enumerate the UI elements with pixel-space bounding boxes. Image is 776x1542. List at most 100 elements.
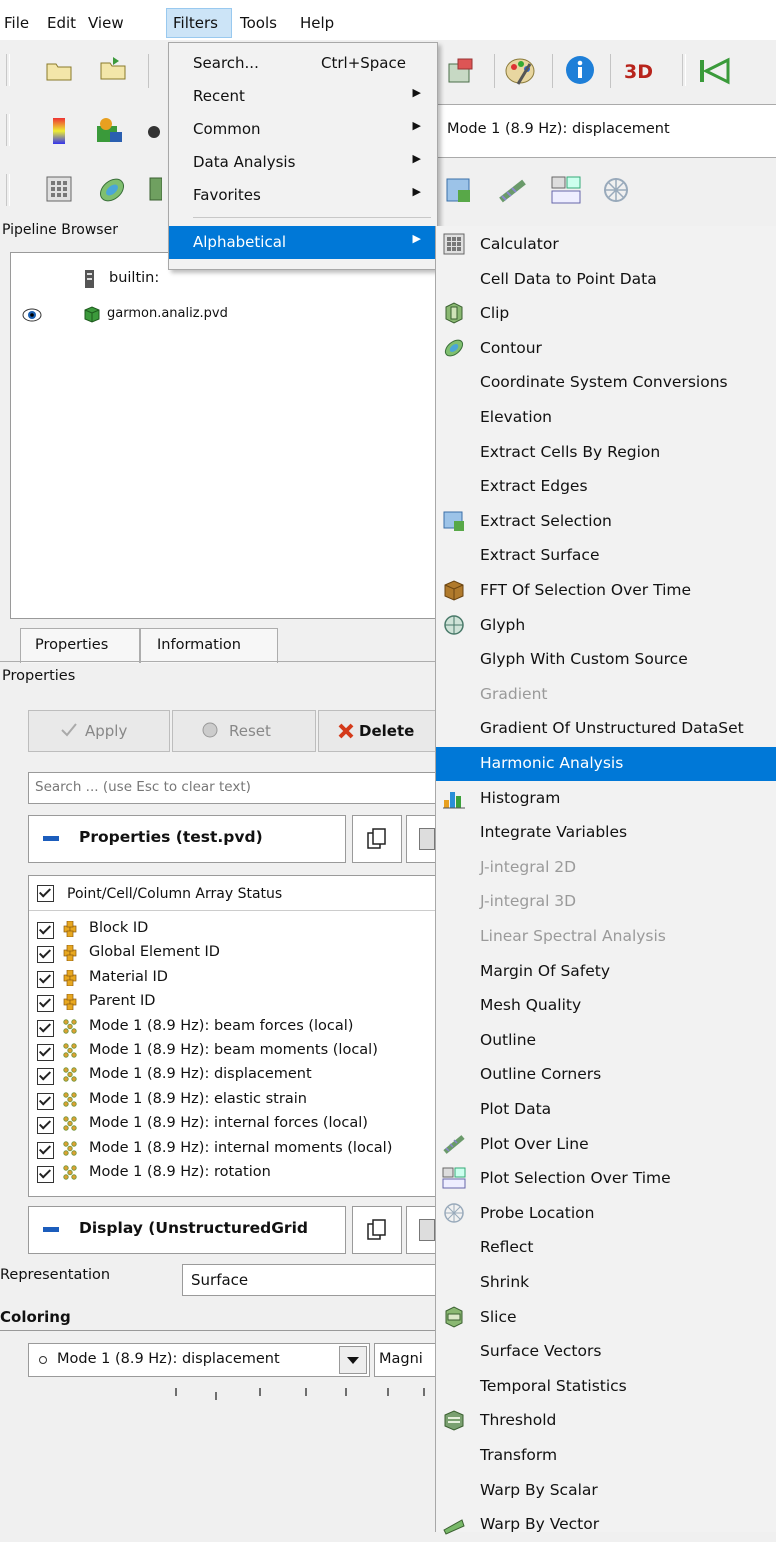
filter-item-j-integral-3d[interactable]: J-integral 3D (436, 885, 776, 919)
filter-item-clip[interactable]: Clip (436, 297, 776, 331)
filters-menu-item-recent[interactable]: Recent ▶ (169, 80, 437, 113)
first-frame-icon[interactable] (696, 56, 730, 86)
filter-item-gradient[interactable]: Gradient (436, 678, 776, 712)
clip-icon[interactable] (148, 174, 163, 204)
filter-item-coordinate-system-conversions[interactable]: Coordinate System Conversions (436, 366, 776, 400)
filter-item-threshold[interactable]: Threshold (436, 1404, 776, 1438)
copy-display-button[interactable] (352, 1206, 402, 1254)
filter-item-glyph-with-custom-source[interactable]: Glyph With Custom Source (436, 643, 776, 677)
toolbar-grip[interactable] (6, 114, 10, 146)
extract-selection-icon[interactable] (444, 176, 474, 206)
filter-item-shrink[interactable]: Shrink (436, 1266, 776, 1300)
recent-folder-icon[interactable] (98, 53, 128, 83)
array-checkbox[interactable] (37, 1044, 54, 1061)
probe-icon[interactable] (600, 174, 630, 204)
toolbar-grip[interactable] (6, 54, 10, 86)
filter-item-probe-location[interactable]: Probe Location (436, 1197, 776, 1231)
component-select[interactable]: Magni (374, 1343, 437, 1377)
array-checkbox[interactable] (37, 1141, 54, 1159)
filter-item-integrate-variables[interactable]: Integrate Variables (436, 816, 776, 850)
paste-display-button[interactable] (406, 1206, 437, 1254)
array-header-checkbox[interactable] (37, 885, 54, 902)
filters-menu-item-favorites[interactable]: Favorites ▶ (169, 179, 437, 212)
filters-menu-item-data-analysis[interactable]: Data Analysis ▶ (169, 146, 437, 179)
array-checkbox[interactable] (37, 970, 54, 988)
array-checkbox[interactable] (37, 995, 54, 1013)
filter-item-plot-selection-over-time[interactable]: Plot Selection Over Time (436, 1162, 776, 1196)
filter-item-extract-edges[interactable]: Extract Edges (436, 470, 776, 504)
open-folder-icon[interactable] (44, 55, 74, 85)
contour-icon[interactable] (96, 174, 126, 204)
delete-button[interactable]: Delete (318, 710, 437, 752)
filter-item-cell-data-to-point-data[interactable]: Cell Data to Point Data (436, 263, 776, 297)
display-section[interactable]: Display (UnstructuredGrid (28, 1206, 346, 1254)
filter-item-surface-vectors[interactable]: Surface Vectors (436, 1335, 776, 1369)
tab-information[interactable]: Information (140, 628, 278, 663)
filter-item-harmonic-analysis[interactable]: Harmonic Analysis (436, 747, 776, 781)
filter-item-extract-surface[interactable]: Extract Surface (436, 539, 776, 573)
color-legend-icon[interactable] (44, 116, 74, 146)
menu-filters[interactable]: Filters (166, 8, 232, 38)
filter-item-calculator[interactable]: Calculator (436, 228, 776, 262)
toolbar-grip[interactable] (6, 174, 10, 206)
filter-item-warp-by-vector[interactable]: Warp By Vector (436, 1508, 776, 1542)
menu-help[interactable]: Help (300, 14, 334, 32)
eye-icon[interactable] (21, 307, 43, 323)
mode-field[interactable]: Mode 1 (8.9 Hz): displacement (436, 104, 776, 158)
array-checkbox[interactable] (37, 946, 54, 964)
menu-edit[interactable]: Edit (47, 14, 76, 32)
apply-button[interactable]: Apply (28, 710, 170, 752)
filter-item-glyph[interactable]: Glyph (436, 609, 776, 643)
filter-item-outline[interactable]: Outline (436, 1024, 776, 1058)
filter-item-warp-by-scalar[interactable]: Warp By Scalar (436, 1474, 776, 1508)
array-checkbox[interactable] (37, 1117, 54, 1135)
array-checkbox[interactable] (37, 1092, 54, 1110)
pipeline-item-builtin[interactable]: builtin: (109, 270, 159, 286)
coloring-select[interactable]: Mode 1 (8.9 Hz): displacement (28, 1343, 370, 1377)
tab-properties[interactable]: Properties (20, 628, 140, 663)
filter-item-j-integral-2d[interactable]: J-integral 2D (436, 851, 776, 885)
filter-item-mesh-quality[interactable]: Mesh Quality (436, 989, 776, 1023)
filter-item-extract-selection[interactable]: Extract Selection (436, 505, 776, 539)
filter-item-outline-corners[interactable]: Outline Corners (436, 1058, 776, 1092)
calculator-icon[interactable] (44, 174, 74, 204)
info-icon[interactable] (564, 54, 594, 84)
filters-menu-item-search[interactable]: Search... Ctrl+Space (169, 47, 437, 80)
rescale-icon[interactable] (146, 118, 162, 148)
filter-item-plot-data[interactable]: Plot Data (436, 1093, 776, 1127)
filters-menu-item-common[interactable]: Common ▶ (169, 113, 437, 146)
paste-properties-button[interactable] (406, 815, 437, 863)
array-checkbox[interactable] (37, 1019, 54, 1037)
filter-item-transform[interactable]: Transform (436, 1439, 776, 1473)
filter-icon[interactable] (446, 56, 476, 86)
properties-search-input[interactable]: Search ... (use Esc to clear text) (28, 772, 437, 804)
filters-menu-item-alphabetical[interactable]: Alphabetical ▶ (169, 226, 437, 259)
reset-button[interactable]: Reset (172, 710, 316, 752)
filter-item-elevation[interactable]: Elevation (436, 401, 776, 435)
chevron-down-icon[interactable] (339, 1346, 367, 1374)
array-checkbox[interactable] (37, 1068, 54, 1086)
filter-item-temporal-statistics[interactable]: Temporal Statistics (436, 1370, 776, 1404)
filter-item-plot-over-line[interactable]: Plot Over Line (436, 1128, 776, 1162)
array-checkbox[interactable] (37, 922, 54, 939)
menu-file[interactable]: File (4, 14, 29, 32)
properties-section[interactable]: Properties (test.pvd) (28, 815, 346, 863)
menu-tools[interactable]: Tools (240, 14, 277, 32)
color-palette-icon[interactable] (504, 54, 535, 85)
menu-view[interactable]: View (88, 14, 124, 32)
plot-selection-icon[interactable] (550, 174, 581, 204)
pipeline-item-garmon[interactable]: garmon.analiz.pvd (107, 306, 228, 321)
edit-colormap-icon[interactable] (94, 116, 124, 146)
3d-view-icon[interactable]: 3D (622, 56, 653, 86)
array-checkbox[interactable] (37, 1166, 54, 1183)
filter-item-reflect[interactable]: Reflect (436, 1231, 776, 1265)
toolbar-grip[interactable] (682, 54, 686, 86)
filter-item-slice[interactable]: Slice (436, 1301, 776, 1335)
filter-item-histogram[interactable]: Histogram (436, 782, 776, 816)
filter-item-fft-of-selection-over-time[interactable]: FFT Of Selection Over Time (436, 574, 776, 608)
filter-item-contour[interactable]: Contour (436, 332, 776, 366)
filter-item-gradient-of-unstructured-dataset[interactable]: Gradient Of Unstructured DataSet (436, 712, 776, 746)
filter-item-margin-of-safety[interactable]: Margin Of Safety (436, 955, 776, 989)
filter-item-extract-cells-by-region[interactable]: Extract Cells By Region (436, 436, 776, 470)
plot-over-line-icon[interactable] (498, 176, 528, 206)
